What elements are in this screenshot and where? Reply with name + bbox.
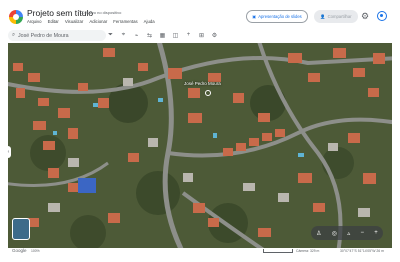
location-pin-icon[interactable] [205,90,211,96]
compass-icon[interactable]: ◎ [332,230,337,237]
map-controls: ♙ ◎ ▵ − + [311,226,383,240]
settings-icon[interactable]: ⚙ [210,32,219,39]
menu-ajuda[interactable]: Ajuda [144,19,155,24]
menu-ferramentas[interactable]: Ferramentas [113,19,137,24]
avatar[interactable] [377,11,387,21]
google-attribution: Google [12,248,27,253]
share-label: Compartilhar [327,14,352,19]
menu-adicionar[interactable]: Adicionar [89,19,107,24]
camera-altitude: Câmera: 329 m [296,249,320,253]
coordinates-readout: 30°07'47"S 51°14'05"W 26 m [340,249,384,253]
menu-editar[interactable]: Editar [48,19,59,24]
satellite-map[interactable] [8,43,392,248]
gear-icon[interactable]: ⚙ [361,11,369,22]
three-d-icon[interactable]: ▵ [347,230,350,237]
measure-icon[interactable]: ⇆ [145,32,154,39]
map-style-icon[interactable]: ◫ [171,32,180,39]
slides-icon[interactable]: ⊞ [197,32,206,39]
collapse-panel-icon[interactable]: ‹ [6,146,11,158]
slideshow-button[interactable]: ▣ Apresentação de slides [246,10,308,23]
zoom-out-icon[interactable]: − [361,230,365,236]
map-place-label: José Pedro Moura [184,81,221,86]
slideshow-label: Apresentação de slides [258,14,302,19]
menu-bar: Arquivo Editar Visualizar Adicionar Ferr… [27,19,155,24]
plus-icon[interactable]: + [184,32,193,38]
layers-icon[interactable]: ▦ [158,32,167,39]
scale-bar [263,249,293,253]
share-button[interactable]: 👤 Compartilhar [314,10,358,23]
menu-visualizar[interactable]: Visualizar [65,19,84,24]
add-path-icon[interactable]: ⌁ [132,32,141,39]
zoom-percentage: 100% [31,249,40,253]
device-icon: ▭ [80,10,85,16]
search-input[interactable]: ⌕ José Pedro de Moura [8,30,106,41]
share-icon: 👤 [320,13,326,19]
google-earth-logo[interactable] [9,10,23,24]
pegman-icon[interactable]: ♙ [316,230,321,237]
saved-status: Salvo no dispositivo [86,10,122,15]
globe-view-thumbnail[interactable] [12,218,30,240]
map-toolbar: ⏷ ⌖ ⌁ ⇆ ▦ ◫ + ⊞ ⚙ [106,29,219,41]
zoom-in-icon[interactable]: + [374,230,378,236]
search-value: José Pedro de Moura [17,32,69,39]
search-icon: ⌕ [12,32,15,38]
slideshow-icon: ▣ [252,14,257,19]
add-location-icon[interactable]: ⌖ [119,32,128,39]
menu-arquivo[interactable]: Arquivo [27,19,42,24]
filter-icon[interactable]: ⏷ [106,32,115,39]
